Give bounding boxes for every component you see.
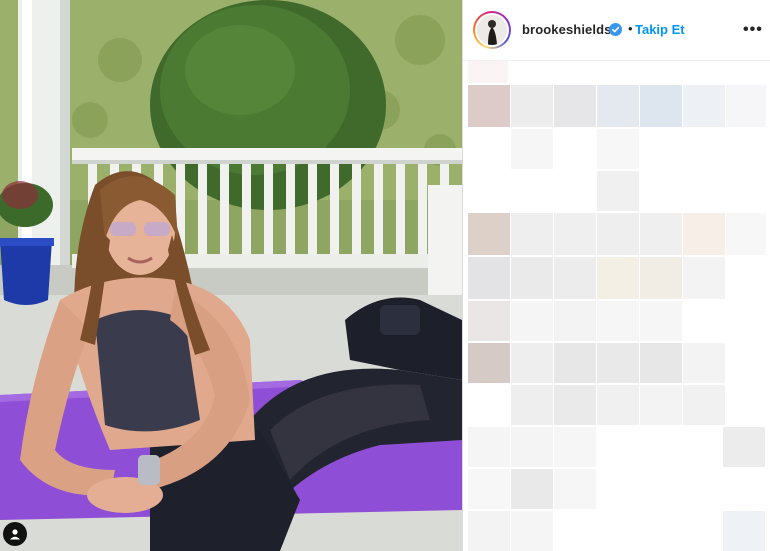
blur-block bbox=[726, 85, 766, 127]
blur-block bbox=[597, 129, 639, 169]
blur-block bbox=[597, 213, 639, 255]
follow-button[interactable]: Takip Et bbox=[635, 22, 685, 37]
story-avatar[interactable] bbox=[473, 11, 511, 49]
blur-block bbox=[554, 213, 596, 255]
user-silhouette-icon bbox=[10, 529, 20, 540]
blur-block bbox=[723, 511, 765, 551]
tagged-user-icon[interactable] bbox=[3, 522, 27, 546]
post-photo[interactable] bbox=[0, 0, 462, 551]
blur-block bbox=[511, 213, 553, 255]
blur-block bbox=[683, 257, 725, 299]
blur-block bbox=[554, 85, 596, 127]
blur-block bbox=[683, 343, 725, 383]
blur-block bbox=[640, 385, 682, 425]
blur-block bbox=[554, 427, 596, 467]
blur-block bbox=[726, 213, 766, 255]
blur-block bbox=[554, 469, 596, 509]
blur-block bbox=[597, 343, 639, 383]
blur-block bbox=[597, 171, 639, 211]
blur-block bbox=[468, 85, 510, 127]
blur-block bbox=[511, 257, 553, 299]
blur-block bbox=[511, 301, 553, 341]
comments-area-pixelated bbox=[463, 61, 770, 551]
blur-block bbox=[597, 301, 639, 341]
blur-block bbox=[468, 469, 510, 509]
instagram-post-frame: brookeshields • Takip Et ••• bbox=[0, 0, 770, 551]
blur-block bbox=[683, 85, 725, 127]
blur-block bbox=[554, 301, 596, 341]
blur-block bbox=[640, 343, 682, 383]
blur-block bbox=[554, 385, 596, 425]
avatar-ring-inner bbox=[475, 13, 509, 47]
blur-block bbox=[468, 61, 508, 83]
blur-block bbox=[597, 85, 639, 127]
blur-block bbox=[683, 213, 725, 255]
blur-block bbox=[511, 427, 553, 467]
verified-badge-icon bbox=[609, 23, 622, 36]
blur-block bbox=[640, 301, 682, 341]
blur-block bbox=[511, 511, 553, 551]
blur-block bbox=[468, 213, 510, 255]
username-link[interactable]: brookeshields bbox=[522, 22, 611, 37]
blur-block bbox=[468, 427, 510, 467]
post-header: brookeshields • Takip Et ••• bbox=[463, 0, 770, 61]
blur-block bbox=[511, 343, 553, 383]
blur-block bbox=[468, 257, 510, 299]
blur-block bbox=[468, 301, 510, 341]
blur-block bbox=[597, 385, 639, 425]
blur-block bbox=[640, 213, 682, 255]
blur-block bbox=[554, 257, 596, 299]
blur-block bbox=[468, 343, 510, 383]
blur-block bbox=[554, 343, 596, 383]
header-separator: • bbox=[628, 21, 633, 36]
blur-block bbox=[723, 427, 765, 467]
blur-block bbox=[511, 85, 553, 127]
blur-block bbox=[683, 385, 725, 425]
avatar-picture-icon bbox=[477, 15, 507, 45]
avatar bbox=[477, 15, 507, 45]
blur-block bbox=[640, 257, 682, 299]
blur-block bbox=[511, 385, 553, 425]
more-options-icon[interactable]: ••• bbox=[743, 21, 763, 39]
blur-block bbox=[511, 469, 553, 509]
post-photo-illustration bbox=[0, 0, 462, 551]
blur-block bbox=[640, 85, 682, 127]
blur-block bbox=[597, 257, 639, 299]
blur-block bbox=[511, 129, 553, 169]
blur-block bbox=[468, 511, 510, 551]
